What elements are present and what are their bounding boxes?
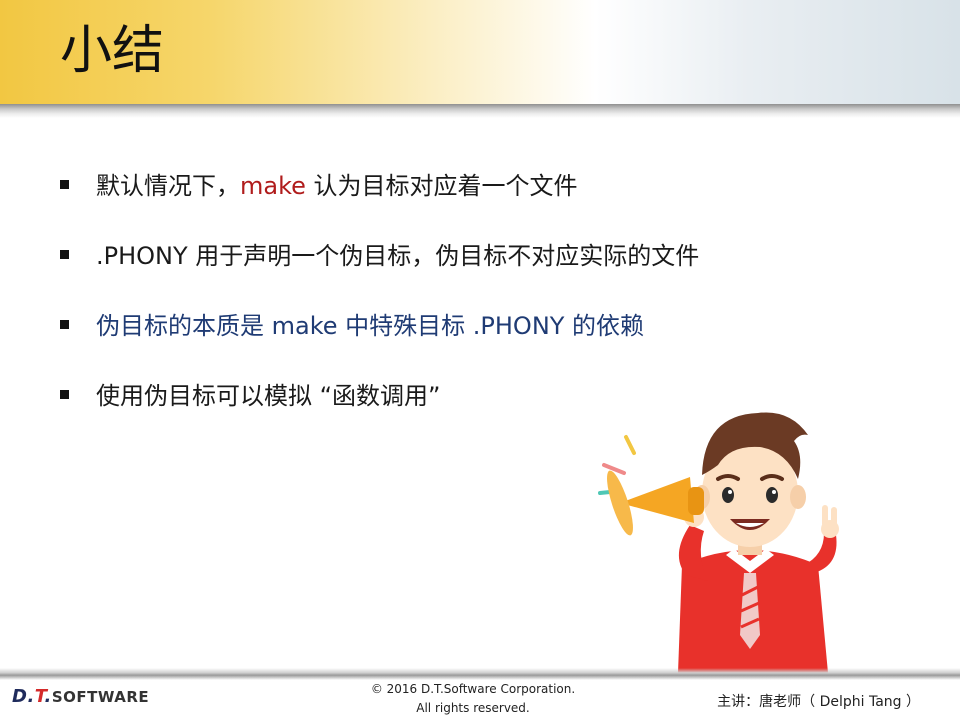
bullet-item: 默认情况下，make 认为目标对应着一个文件 xyxy=(60,166,820,236)
bullet-item: .PHONY 用于声明一个伪目标，伪目标不对应实际的文件 xyxy=(60,236,820,306)
bullet-text-part: .PHONY 用于声明一个伪目标，伪目标不对应实际的文件 xyxy=(96,242,700,270)
bullet-list: 默认情况下，make 认为目标对应着一个文件 .PHONY 用于声明一个伪目标，… xyxy=(60,166,820,446)
logo-t: T xyxy=(34,686,45,707)
bullet-item: 伪目标的本质是 make 中特殊目标 .PHONY 的依赖 xyxy=(60,306,820,376)
company-logo: D.T.SOFTWARE xyxy=(12,686,149,707)
logo-software: SOFTWARE xyxy=(51,688,150,706)
bullet-marker-icon xyxy=(60,180,69,189)
bullet-text: .PHONY 用于声明一个伪目标，伪目标不对应实际的文件 xyxy=(96,236,699,276)
header-divider xyxy=(0,104,960,118)
bullet-text-part: 认为目标对应着一个文件 xyxy=(305,172,578,200)
copyright-notice: © 2016 D.T.Software Corporation. All rig… xyxy=(348,680,598,718)
logo-d: D. xyxy=(12,686,35,707)
bullet-marker-icon xyxy=(60,390,69,399)
slide-title: 小结 xyxy=(60,21,165,81)
logo-dot: . xyxy=(44,686,52,707)
make-keyword: make xyxy=(240,172,306,200)
footer-divider xyxy=(0,668,960,680)
bullet-marker-icon xyxy=(60,250,69,259)
bullet-text: 伪目标的本质是 make 中特殊目标 .PHONY 的依赖 xyxy=(96,306,644,346)
bullet-text-part: 使用伪目标可以模拟 “函数调用” xyxy=(96,382,441,410)
bullet-text: 使用伪目标可以模拟 “函数调用” xyxy=(96,376,441,416)
megaphone-man-illustration xyxy=(598,412,839,673)
bullet-text-part: 默认情况下， xyxy=(96,172,240,200)
bullet-text-part: 伪目标的本质是 make 中特殊目标 .PHONY 的依赖 xyxy=(96,312,645,340)
presenter-label: 主讲：唐老师（ Delphi Tang ） xyxy=(717,694,920,710)
copyright-line: © 2016 D.T.Software Corporation. xyxy=(370,682,576,696)
bullet-marker-icon xyxy=(60,320,69,329)
rights-line: All rights reserved. xyxy=(416,701,530,715)
bullet-text: 默认情况下，make 认为目标对应着一个文件 xyxy=(96,166,578,206)
